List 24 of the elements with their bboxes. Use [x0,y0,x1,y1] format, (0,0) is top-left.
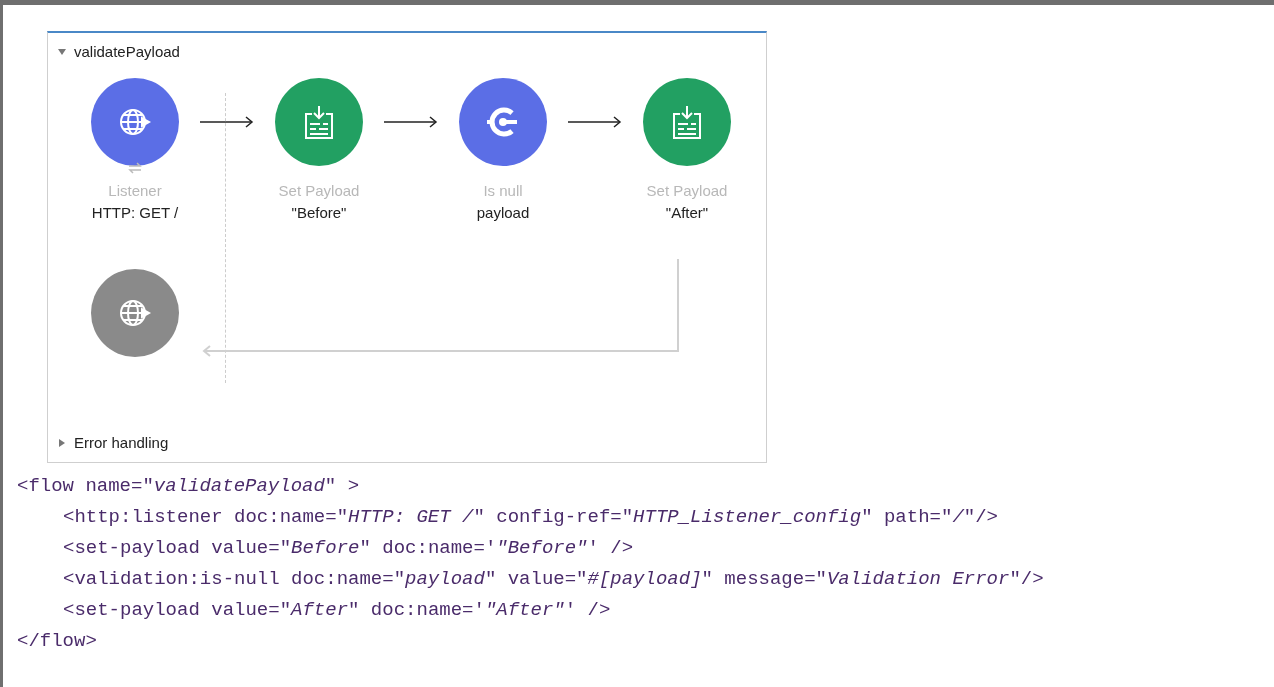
node-name: "Before" [291,203,347,223]
node-name: "After" [665,203,709,223]
code-line: <set-payload value="After" doc:name='"After"' /> [63,598,611,623]
node-name: HTTP: GET / [91,203,179,223]
code-line: <flow name="validatePayload" > [17,474,360,499]
error-handling-label[interactable]: Error handling [74,431,169,454]
clipboard-icon [670,103,704,140]
disclosure-caret-icon[interactable] [58,48,66,57]
node-type-label: Set Payload [646,180,728,201]
disclosure-caret-icon[interactable] [58,438,66,447]
code-line: <set-payload value="Before" doc:name='"Before"' /> [63,536,634,561]
flow-title: validatePayload [74,42,180,62]
node-type-label: Listener [108,180,162,201]
node-name: payload [476,203,530,223]
arrow-icon [384,115,438,128]
code-line: <http:listener doc:name="HTTP: GET /" config-ref="HTTP_Listener_config" path="/"/> [63,505,998,530]
node-type-label: Set Payload [278,180,360,201]
node-type-label: Is null [483,180,523,201]
swap-icon [127,161,143,174]
code-line: <validation:is-null doc:name="payload" value="#[payload]" message="Validation Error"/> [63,567,1044,592]
arrow-icon [568,115,622,128]
code-line: </flow> [17,629,97,654]
clipboard-icon [302,103,336,140]
arrow-icon [200,115,254,128]
